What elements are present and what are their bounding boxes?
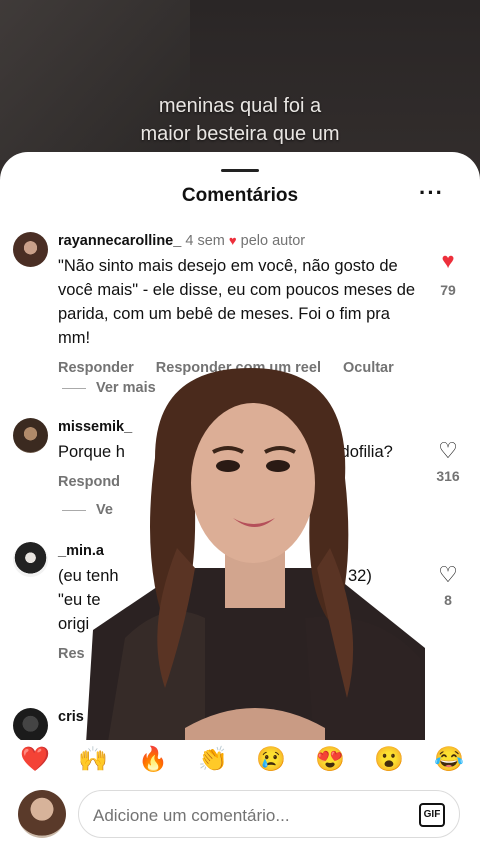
like-count: 316 — [436, 468, 460, 484]
heart-outline-icon[interactable]: ♡ — [436, 564, 460, 586]
like-control[interactable]: ♡ 8 — [436, 564, 460, 609]
avatar[interactable] — [13, 708, 48, 743]
heart-filled-icon[interactable]: ♥ — [436, 250, 460, 272]
like-count: 8 — [444, 592, 452, 608]
heart-outline-icon[interactable]: ♡ — [436, 440, 460, 462]
comment-username[interactable]: rayannecarolline_ — [58, 233, 181, 249]
avatar[interactable] — [13, 542, 48, 577]
emoji-laughing-button[interactable]: 😂 — [434, 746, 464, 774]
more-options-button[interactable]: ··· — [419, 182, 444, 204]
emoji-clap-button[interactable]: 👏 — [198, 746, 228, 774]
caption-line-2: maior besteira que um — [140, 123, 340, 145]
author-heart-icon: ♥ — [228, 233, 237, 248]
comment-time: 4 sem — [185, 233, 225, 249]
overlay-video-person[interactable] — [85, 368, 425, 760]
comment-text: "Não sinto mais desejo em você, não gost… — [58, 257, 416, 347]
emoji-crying-button[interactable]: 😢 — [256, 746, 286, 774]
drag-handle[interactable] — [221, 169, 259, 172]
emoji-fire-button[interactable]: 🔥 — [138, 746, 168, 774]
video-caption: meninas qual foi a maior besteira que um — [0, 92, 480, 148]
emoji-heart-button[interactable]: ❤️ — [20, 746, 50, 774]
gif-icon: GIF — [423, 809, 441, 820]
comment-input[interactable]: Adicione um comentário... GIF — [78, 790, 460, 838]
ellipsis-icon: ··· — [419, 180, 444, 205]
comment-body: rayannecarolline_ 4 sem ♥ pelo autor "Nã… — [58, 232, 420, 376]
comment-username[interactable]: cris — [58, 709, 84, 725]
like-count: 79 — [440, 282, 456, 298]
replies-divider — [62, 509, 86, 511]
sheet-title: Comentários — [181, 185, 299, 206]
comment-input-placeholder: Adicione um comentário... — [93, 806, 290, 825]
avatar[interactable] — [13, 232, 48, 267]
avatar[interactable] — [13, 418, 48, 453]
emoji-heart-eyes-button[interactable]: 😍 — [315, 746, 345, 774]
emoji-surprised-button[interactable]: 😮 — [374, 746, 404, 774]
current-user-avatar — [18, 790, 66, 838]
emoji-raised-hands-button[interactable]: 🙌 — [78, 746, 108, 774]
caption-line-1: meninas qual foi a — [158, 95, 322, 117]
liked-by-author-label: pelo autor — [240, 233, 306, 249]
comment-composer: Adicione um comentário... GIF — [0, 782, 480, 854]
replies-divider — [62, 387, 86, 389]
like-control[interactable]: ♥ 79 — [436, 250, 460, 299]
emoji-reaction-bar: ❤️ 🙌 🔥 👏 😢 😍 😮 😂 — [0, 740, 480, 780]
reply-button[interactable]: Res — [58, 646, 85, 662]
gif-button[interactable]: GIF — [419, 803, 445, 827]
like-control[interactable]: ♡ 316 — [436, 440, 460, 485]
